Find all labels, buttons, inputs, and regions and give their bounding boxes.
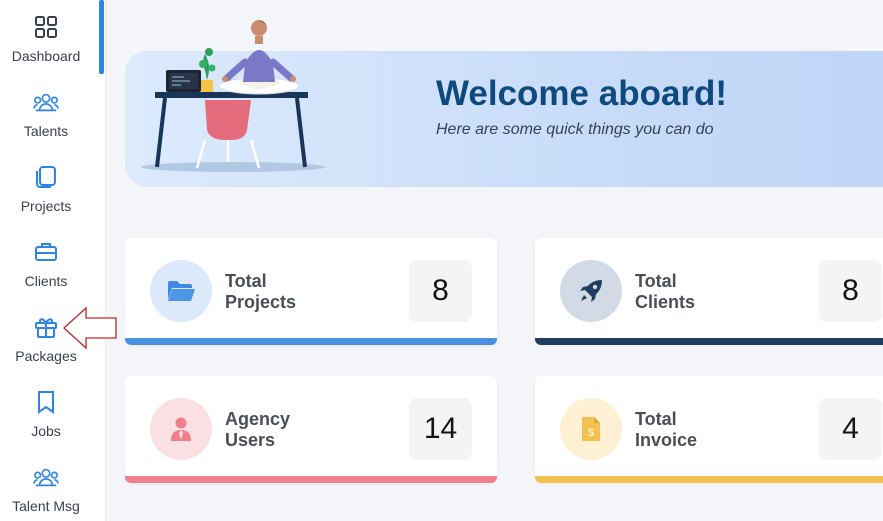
invoice-icon: $ [560,398,622,460]
folder-icon [150,260,212,322]
briefcase-icon [33,239,59,265]
card-label: Total Invoice [635,409,698,450]
sidebar-item-label: Clients [24,273,68,289]
card-value: 8 [819,260,882,322]
card-label: Agency Users [225,409,291,450]
grid-icon [33,14,59,40]
sidebar-item-label: Talents [23,123,69,139]
stat-card-agency-users[interactable]: Agency Users 14 [125,376,497,483]
card-accent-bar [125,476,497,483]
card-label: Total Projects [225,271,297,312]
arrow-annotation [63,306,117,350]
sidebar-item-label: Projects [20,198,72,214]
bookmark-icon [33,389,59,415]
sidebar: Dashboard Talents Projects Clients Packa… [0,0,106,521]
users-icon [33,89,59,115]
svg-text:$: $ [588,427,594,439]
stat-card-total-projects[interactable]: Total Projects 8 [125,238,497,345]
sidebar-item-talents[interactable]: Talents [0,87,92,149]
active-indicator [99,0,104,74]
sidebar-item-talent-msg[interactable]: Talent Msg [0,462,92,521]
card-value: 8 [409,260,472,322]
welcome-subtitle: Here are some quick things you can do [436,121,714,138]
sidebar-item-jobs[interactable]: Jobs [0,387,92,449]
welcome-title: Welcome aboard! [436,74,728,113]
sidebar-item-projects[interactable]: Projects [0,162,92,224]
rocket-icon [560,260,622,322]
sidebar-item-label: Jobs [31,423,61,439]
stat-card-total-invoice[interactable]: $ Total Invoice 4 [535,376,883,483]
stat-card-total-clients[interactable]: Total Clients 8 [535,238,883,345]
card-label: Total Clients [635,271,696,312]
card-value: 14 [409,398,472,460]
card-accent-bar [535,338,883,345]
users-icon [33,464,59,490]
card-value: 4 [819,398,882,460]
gift-icon [33,314,59,340]
card-accent-bar [535,476,883,483]
sidebar-item-dashboard[interactable]: Dashboard [0,12,92,74]
sidebar-item-label: Packages [15,348,77,364]
sidebar-item-label: Talent Msg [12,498,80,514]
meditation-illustration [141,20,325,172]
sidebar-item-label: Dashboard [11,48,81,64]
card-accent-bar [125,338,497,345]
sidebar-item-clients[interactable]: Clients [0,237,92,299]
user-tie-icon [150,398,212,460]
copy-icon [33,164,59,190]
